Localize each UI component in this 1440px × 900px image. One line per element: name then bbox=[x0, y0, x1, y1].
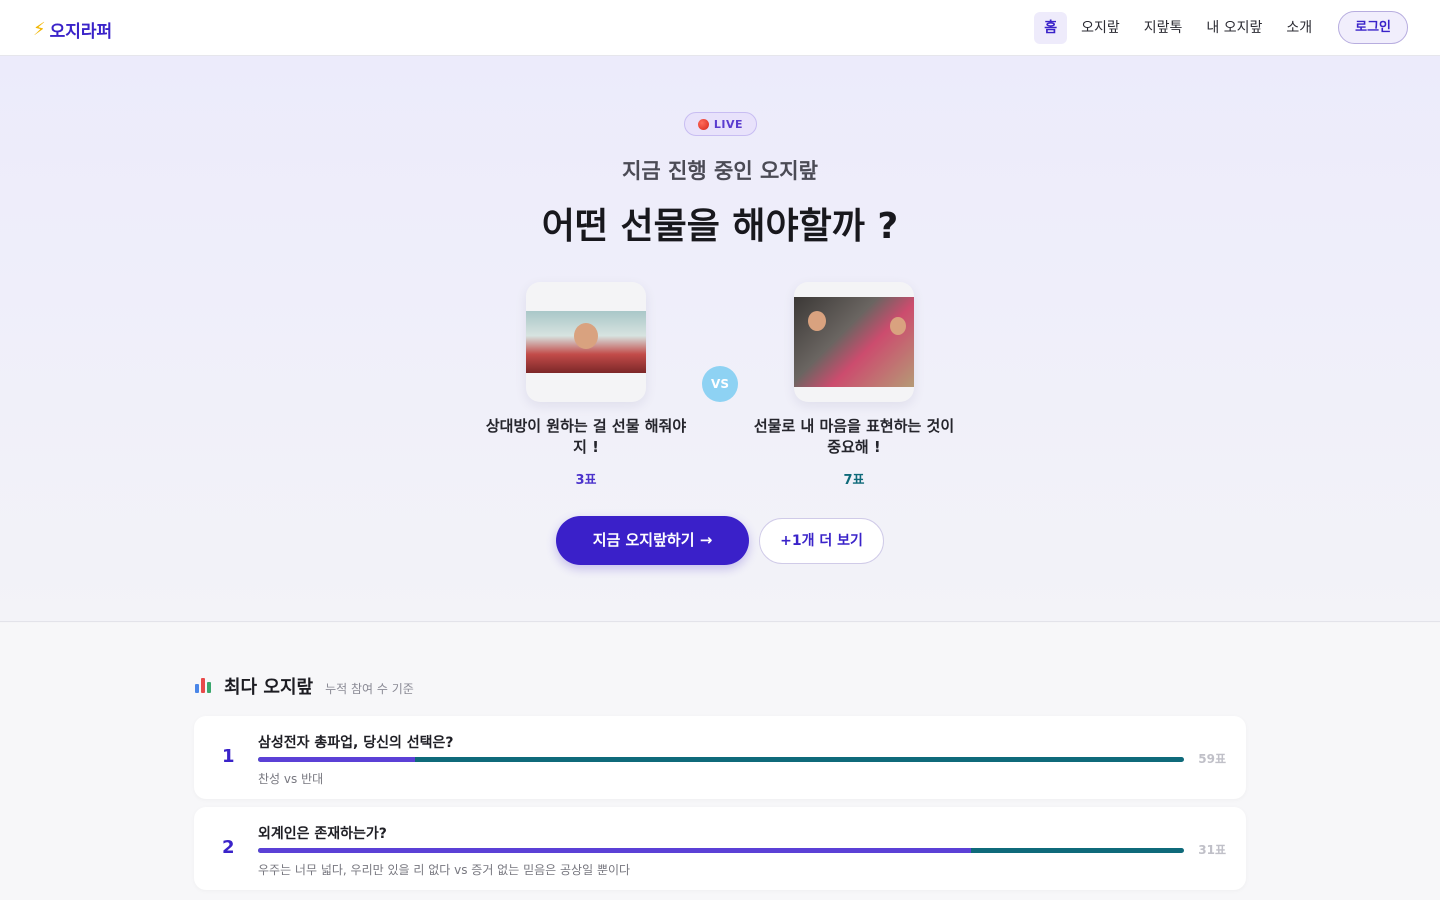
top-header: ⚡ 오지라퍼 홈 오지랖 지랖톡 내 오지랖 소개 로그인 bbox=[0, 0, 1440, 56]
rank-votes: 31표 bbox=[1198, 843, 1226, 857]
vs-badge: VS bbox=[702, 366, 738, 402]
rank-votes: 59표 bbox=[1198, 752, 1226, 766]
nav-item-jiraptalk[interactable]: 지랖톡 bbox=[1134, 12, 1193, 44]
option-a-image bbox=[526, 311, 646, 373]
rank-options: 우주는 너무 넓다, 우리만 있을 리 없다 vs 증거 없는 믿음은 공상일 … bbox=[258, 863, 631, 877]
nav-item-home[interactable]: 홈 bbox=[1034, 11, 1068, 44]
hero-section: LIVE 지금 진행 중인 오지랖 어떤 선물을 해야할까 ? 상대방이 원하는… bbox=[0, 56, 1440, 622]
option-b-label: 선물로 내 마음을 표현하는 것이 중요해 ! bbox=[753, 417, 955, 456]
option-b-thumbnail[interactable] bbox=[794, 282, 914, 402]
live-dot-icon bbox=[697, 118, 709, 130]
bar-chart-icon bbox=[194, 675, 214, 693]
see-more-button[interactable]: +1개 더 보기 bbox=[759, 518, 884, 564]
nav-item-my-ojirap[interactable]: 내 오지랖 bbox=[1196, 12, 1272, 44]
vote-ratio-bar bbox=[258, 848, 1184, 853]
option-b-image bbox=[794, 297, 914, 387]
rank-question: 외계인은 존재하는가? bbox=[258, 826, 387, 842]
nav-item-about[interactable]: 소개 bbox=[1276, 12, 1322, 44]
ranking-subtitle: 누적 참여 수 기준 bbox=[325, 682, 414, 696]
vote-ratio-fill bbox=[258, 757, 416, 762]
logo[interactable]: ⚡ 오지라퍼 bbox=[33, 17, 112, 42]
live-label: LIVE bbox=[713, 117, 744, 131]
ranking-heading: 최다 오지랖 누적 참여 수 기준 bbox=[194, 673, 414, 699]
nav-item-ojirap[interactable]: 오지랖 bbox=[1071, 12, 1130, 44]
vote-ratio-fill bbox=[258, 848, 972, 853]
rank-number: 1 bbox=[222, 746, 235, 767]
participate-now-button[interactable]: 지금 오지랖하기 → bbox=[556, 516, 749, 565]
login-button[interactable]: 로그인 bbox=[1338, 11, 1408, 44]
option-a-label: 상대방이 원하는 걸 선물 해줘야 지 ! bbox=[485, 417, 687, 456]
rank-number: 2 bbox=[222, 837, 235, 858]
rank-options: 찬성 vs 반대 bbox=[258, 772, 324, 786]
ranking-section: 최다 오지랖 누적 참여 수 기준 1 삼성전자 총파업, 당신의 선택은? 5… bbox=[0, 623, 1440, 900]
ranking-item[interactable]: 2 외계인은 존재하는가? 31표 우주는 너무 넓다, 우리만 있을 리 없다… bbox=[194, 807, 1246, 890]
vote-ratio-bar bbox=[258, 757, 1184, 762]
live-badge: LIVE bbox=[684, 112, 757, 136]
ranking-item[interactable]: 1 삼성전자 총파업, 당신의 선택은? 59표 찬성 vs 반대 bbox=[194, 716, 1246, 799]
ranking-title: 최다 오지랖 bbox=[224, 677, 314, 698]
option-b-votes: 7표 bbox=[843, 473, 865, 488]
hero-title: 어떤 선물을 해야할까 ? bbox=[541, 206, 899, 247]
option-a-votes: 3표 bbox=[575, 473, 597, 488]
option-b[interactable]: 선물로 내 마음을 표현하는 것이 중요해 ! 7표 bbox=[749, 282, 959, 488]
lightning-icon: ⚡ bbox=[33, 19, 46, 40]
option-a-thumbnail[interactable] bbox=[526, 282, 646, 402]
logo-text: 오지라퍼 bbox=[49, 22, 113, 42]
hero-subtitle: 지금 진행 중인 오지랖 bbox=[622, 159, 818, 183]
rank-question: 삼성전자 총파업, 당신의 선택은? bbox=[258, 735, 454, 751]
option-a[interactable]: 상대방이 원하는 걸 선물 해줘야 지 ! 3표 bbox=[481, 282, 691, 488]
main-nav: 홈 오지랖 지랖톡 내 오지랖 소개 로그인 bbox=[1034, 11, 1408, 44]
